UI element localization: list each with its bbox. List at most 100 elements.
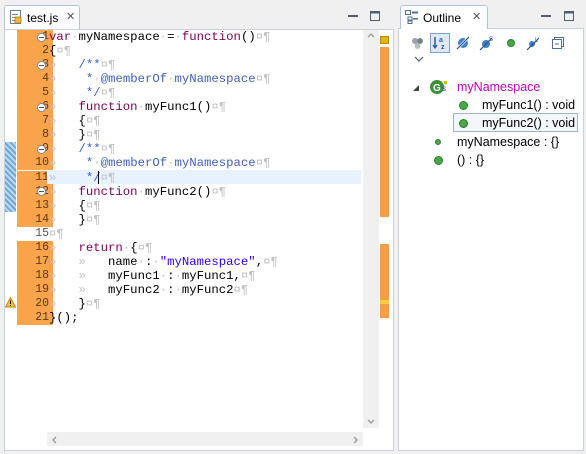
- minimize-icon[interactable]: [540, 10, 552, 22]
- code-token: ·: [71, 30, 79, 44]
- code-token: ¤¶: [85, 128, 101, 143]
- scroll-down-icon[interactable]: [367, 419, 375, 425]
- fold-collapse-icon[interactable]: [37, 144, 46, 154]
- code-line[interactable]: » *·@memberOf·myNamespace¤¶: [49, 156, 270, 170]
- code-token: ¤¶: [85, 198, 101, 213]
- minimize-icon[interactable]: [347, 10, 359, 22]
- code-token: »: [49, 58, 79, 73]
- outline-item-anonymous-function[interactable]: () : {}: [457, 151, 484, 169]
- code-line[interactable]: }();: [49, 311, 79, 325]
- code-token: ¤¶: [211, 184, 227, 199]
- outline-tab-label: Outline: [423, 11, 462, 25]
- outline-tab[interactable]: Outline ✕: [400, 5, 488, 29]
- code-token: myNamespace: [174, 72, 256, 87]
- outline-item-myfunc1[interactable]: myFunc1() : void: [482, 96, 575, 114]
- hide-fields-icon[interactable]: [410, 35, 426, 51]
- maximize-icon[interactable]: [563, 10, 575, 22]
- code-token: ¤¶: [56, 44, 72, 59]
- hide-static-icon[interactable]: S: [479, 35, 495, 51]
- overview-warning-marker[interactable]: [380, 36, 389, 44]
- code-token: {: [130, 240, 138, 255]
- code-line[interactable]: » /**¤¶: [49, 58, 115, 72]
- code-token: ·: [93, 156, 101, 171]
- code-token: ·: [159, 282, 168, 297]
- outline-root-item[interactable]: myNamespace: [457, 78, 540, 96]
- text-caret: [98, 171, 99, 184]
- close-icon[interactable]: ✕: [472, 10, 481, 23]
- fold-collapse-icon[interactable]: [37, 187, 46, 197]
- code-line[interactable]: » }¤¶: [49, 128, 101, 142]
- sort-button[interactable]: a z: [430, 33, 450, 53]
- fold-collapse-icon[interactable]: [37, 60, 46, 70]
- code-line[interactable]: » » myFunc1·:·myFunc1,¤¶: [49, 269, 256, 283]
- code-line[interactable]: » function·myFunc2()¤¶: [49, 185, 226, 199]
- folding-ruler: [37, 30, 47, 430]
- code-token: ¤¶: [100, 58, 116, 73]
- outline-pane: [398, 5, 584, 451]
- svg-text:G: G: [433, 83, 441, 94]
- overview-change-marker[interactable]: [380, 244, 389, 300]
- field-icon: [435, 139, 441, 145]
- code-token: function: [78, 184, 138, 199]
- view-menu-icon[interactable]: [414, 55, 424, 63]
- code-token: var: [49, 30, 72, 44]
- code-line[interactable]: » */¤¶: [49, 171, 115, 185]
- code-line[interactable]: » {¤¶: [49, 199, 101, 213]
- code-token: ·: [167, 72, 175, 87]
- editor-tab[interactable]: test.js ✕: [4, 5, 80, 29]
- scroll-right-icon[interactable]: [353, 436, 359, 444]
- line-number-ruler: 123456789101112131415161718192021: [17, 30, 53, 430]
- scroll-up-icon[interactable]: [367, 32, 375, 38]
- code-line[interactable]: » » name·:·"myNamespace",¤¶: [49, 255, 278, 269]
- vertical-scrollbar[interactable]: [363, 30, 379, 428]
- outline-tree[interactable]: G s myNamespace myFunc1() : void myFunc2…: [399, 76, 583, 176]
- hide-local-types-icon[interactable]: L: [526, 35, 542, 51]
- fold-collapse-icon[interactable]: [37, 32, 46, 42]
- code-line[interactable]: » }¤¶: [49, 213, 101, 227]
- collapse-all-icon[interactable]: [550, 35, 566, 51]
- code-token: »: [49, 100, 79, 115]
- code-token: ·: [174, 30, 182, 44]
- hide-non-public-icon[interactable]: [455, 35, 471, 51]
- code-line[interactable]: » return·{¤¶: [49, 241, 152, 255]
- code-token: myFunc1,: [181, 268, 241, 283]
- svg-text:s: s: [442, 84, 446, 93]
- hide-fields-dot-icon[interactable]: [503, 35, 519, 51]
- code-line[interactable]: » *·@memberOf·myNamespace¤¶: [49, 72, 270, 86]
- code-token: /**: [78, 58, 101, 73]
- code-token: ¤¶: [137, 240, 153, 255]
- code-token: ·: [174, 282, 182, 297]
- overview-change-marker[interactable]: [380, 47, 389, 217]
- code-token: »: [49, 170, 86, 185]
- maximize-icon[interactable]: [369, 10, 381, 22]
- code-area[interactable]: var·myNamespace·=·function()¤¶ {¤¶» /**¤¶…: [47, 30, 363, 430]
- code-line[interactable]: » {¤¶: [49, 114, 101, 128]
- code-token: }: [78, 128, 86, 143]
- scroll-left-icon[interactable]: [51, 436, 57, 444]
- code-token: »: [49, 184, 79, 199]
- code-token: ¤¶: [49, 226, 64, 241]
- code-token: }: [78, 212, 86, 227]
- code-token: ·: [174, 268, 182, 283]
- code-line[interactable]: » */¤¶: [49, 86, 115, 100]
- outline-item-mynamespace-field[interactable]: myNamespace : {}: [457, 133, 559, 151]
- horizontal-scrollbar[interactable]: [47, 432, 363, 446]
- code-token: »: [49, 156, 86, 171]
- code-line[interactable]: ¤¶: [49, 227, 64, 241]
- code-line[interactable]: » /**¤¶: [49, 142, 115, 156]
- code-line[interactable]: » function·myFunc1()¤¶: [49, 100, 226, 114]
- code-token: ¤¶: [100, 142, 116, 157]
- warning-icon[interactable]: [5, 297, 16, 308]
- overview-change-marker[interactable]: [380, 304, 389, 318]
- code-token: ·: [137, 254, 145, 269]
- code-line[interactable]: var·myNamespace·=·function()¤¶: [49, 30, 270, 44]
- fold-collapse-icon[interactable]: [37, 102, 46, 112]
- code-line[interactable]: » » myFunc2·:·myFunc2¤¶: [49, 283, 248, 297]
- code-token: name: [108, 254, 138, 269]
- code-line[interactable]: {¤¶: [49, 44, 71, 58]
- close-icon[interactable]: ✕: [66, 10, 75, 23]
- outline-item-myfunc2[interactable]: myFunc2() : void: [482, 114, 575, 132]
- code-line[interactable]: » }¤¶: [49, 297, 101, 311]
- tree-expanded-icon[interactable]: [412, 84, 420, 92]
- overview-ruler[interactable]: [380, 30, 389, 430]
